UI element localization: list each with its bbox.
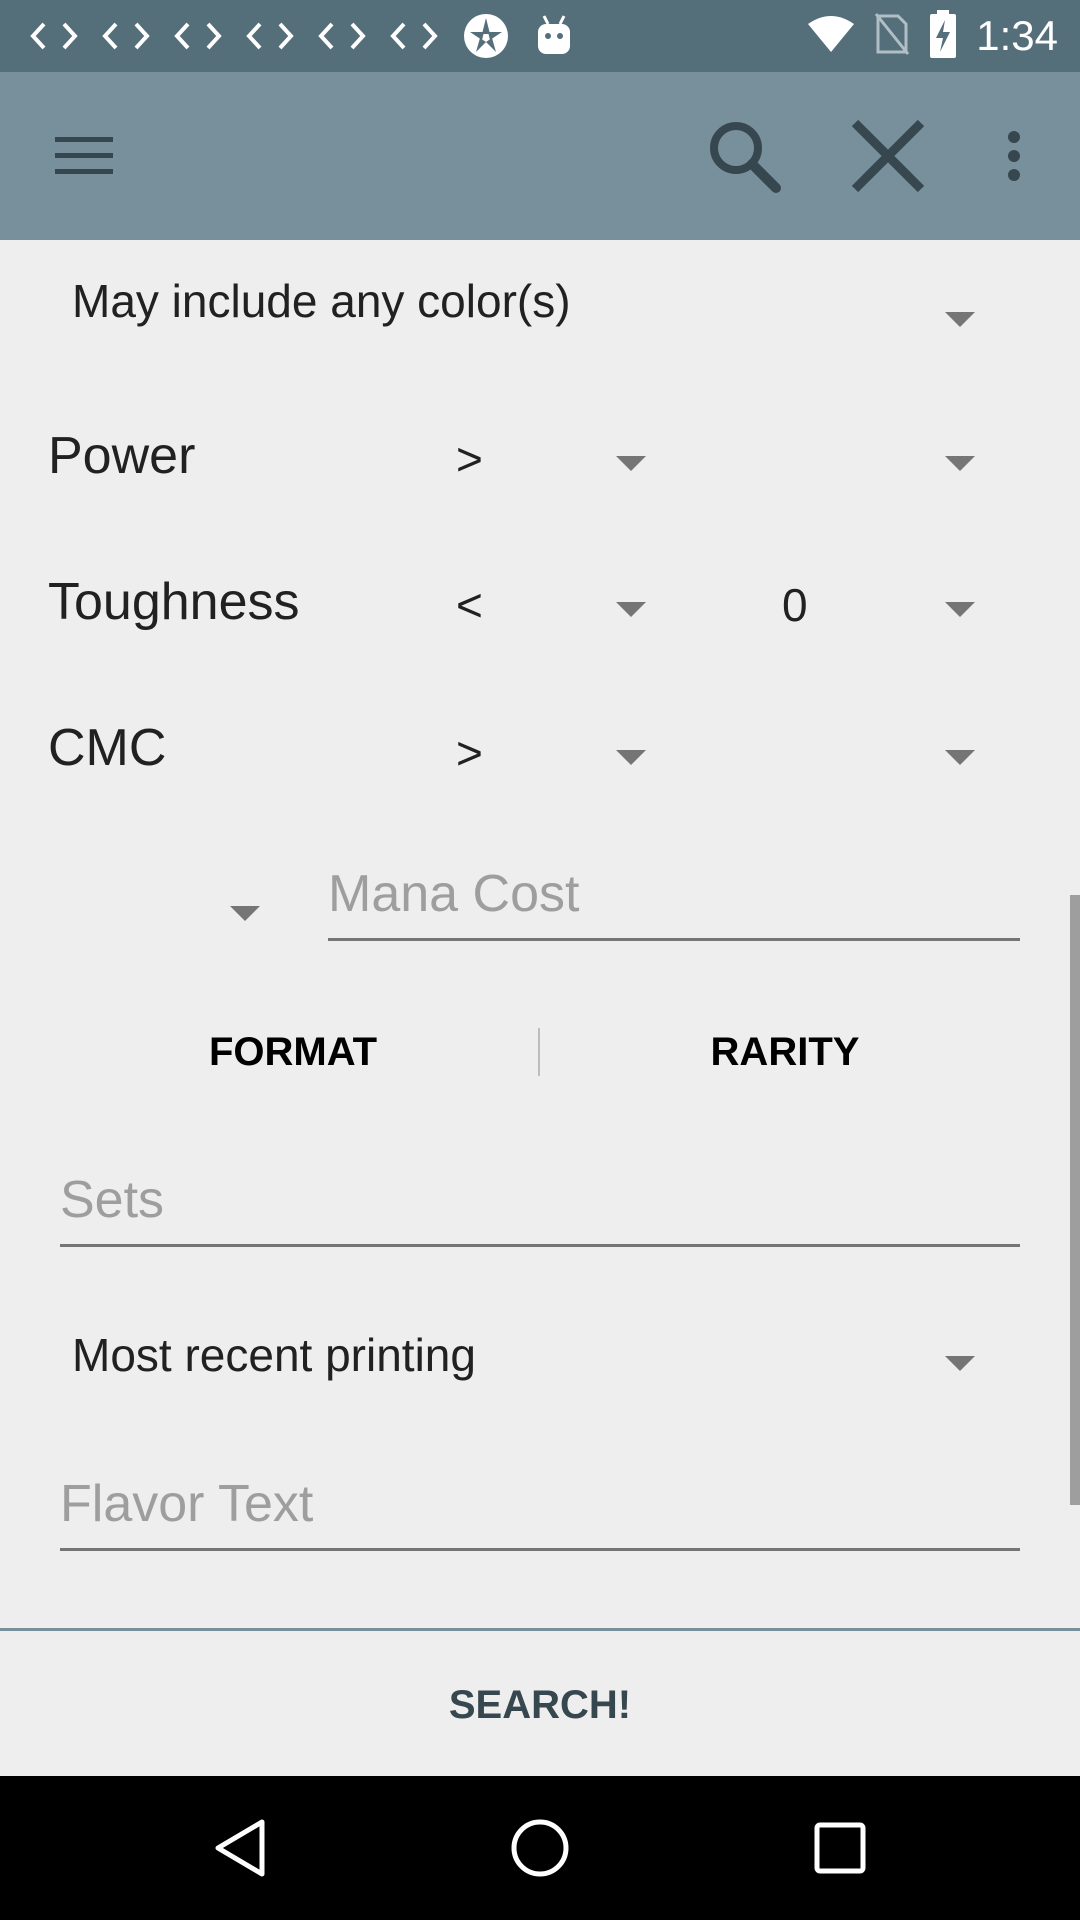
button-divider [538, 1028, 540, 1076]
close-icon[interactable] [838, 106, 938, 206]
toughness-value-spinner[interactable]: 0 [700, 562, 990, 642]
dropdown-caret-icon [945, 1356, 975, 1371]
search-button[interactable]: SEARCH! [0, 1683, 1080, 1728]
recents-icon[interactable] [790, 1798, 890, 1898]
cmc-value-spinner[interactable] [700, 710, 990, 790]
hamburger-menu-icon[interactable] [34, 106, 134, 206]
dropdown-caret-icon [945, 312, 975, 327]
back-icon[interactable] [190, 1798, 290, 1898]
flavor-text-placeholder: Flavor Text [60, 1475, 314, 1533]
no-sim-icon [874, 12, 910, 61]
toughness-comparator-spinner[interactable]: < [440, 562, 660, 642]
power-comparator-value: > [456, 433, 483, 485]
dropdown-caret-icon [945, 602, 975, 617]
color-mode-value: May include any color(s) [72, 275, 571, 327]
power-comparator-spinner[interactable]: > [440, 416, 660, 496]
printing-mode-spinner[interactable]: Most recent printing [50, 1314, 990, 1394]
flavor-text-input[interactable]: Flavor Text [60, 1462, 1020, 1551]
scrollbar[interactable] [1070, 895, 1080, 1505]
search-icon[interactable] [694, 106, 794, 206]
format-button[interactable]: FORMAT [60, 1030, 526, 1075]
dropdown-caret-icon [616, 602, 646, 617]
toolbar [0, 72, 1080, 240]
notification-icons [30, 14, 606, 58]
search-form: May include any color(s) Power > Toughne… [0, 240, 1080, 1630]
code-icon [246, 14, 318, 58]
code-icon [174, 14, 246, 58]
clock: 1:34 [976, 12, 1058, 59]
dropdown-caret-icon [945, 456, 975, 471]
sets-placeholder: Sets [60, 1171, 165, 1229]
mana-cost-mode-spinner[interactable] [200, 870, 300, 950]
system-status-icons: 1:34 [806, 9, 1058, 63]
code-icon [390, 14, 462, 58]
toughness-label: Toughness [48, 573, 300, 631]
battery-charging-icon [928, 9, 958, 63]
mana-cost-input[interactable]: Mana Cost [328, 852, 1020, 941]
code-icon [30, 14, 102, 58]
toughness-value: 0 [782, 579, 808, 631]
cmc-comparator-value: > [456, 727, 483, 779]
mana-cost-placeholder: Mana Cost [328, 865, 580, 923]
dropdown-caret-icon [616, 456, 646, 471]
code-icon [318, 14, 390, 58]
aperture-icon [462, 14, 534, 58]
dropdown-caret-icon [616, 750, 646, 765]
power-label: Power [48, 427, 196, 485]
cmc-label: CMC [48, 719, 167, 777]
color-mode-spinner[interactable]: May include any color(s) [50, 260, 990, 340]
dropdown-caret-icon [945, 750, 975, 765]
wifi-icon [806, 14, 856, 59]
dropdown-caret-icon [230, 906, 260, 921]
more-vertical-icon[interactable] [964, 106, 1064, 206]
cmc-comparator-spinner[interactable]: > [440, 710, 660, 790]
code-icon [102, 14, 174, 58]
navigation-bar [0, 1776, 1080, 1920]
printing-mode-value: Most recent printing [72, 1329, 476, 1381]
sets-input[interactable]: Sets [60, 1158, 1020, 1247]
power-value-spinner[interactable] [700, 416, 990, 496]
rarity-button[interactable]: RARITY [552, 1030, 1018, 1075]
search-button-bar: SEARCH! [0, 1628, 1080, 1779]
android-icon [534, 14, 606, 58]
status-bar: 1:34 [0, 0, 1080, 72]
home-icon[interactable] [490, 1798, 590, 1898]
toughness-comparator-value: < [456, 579, 483, 631]
